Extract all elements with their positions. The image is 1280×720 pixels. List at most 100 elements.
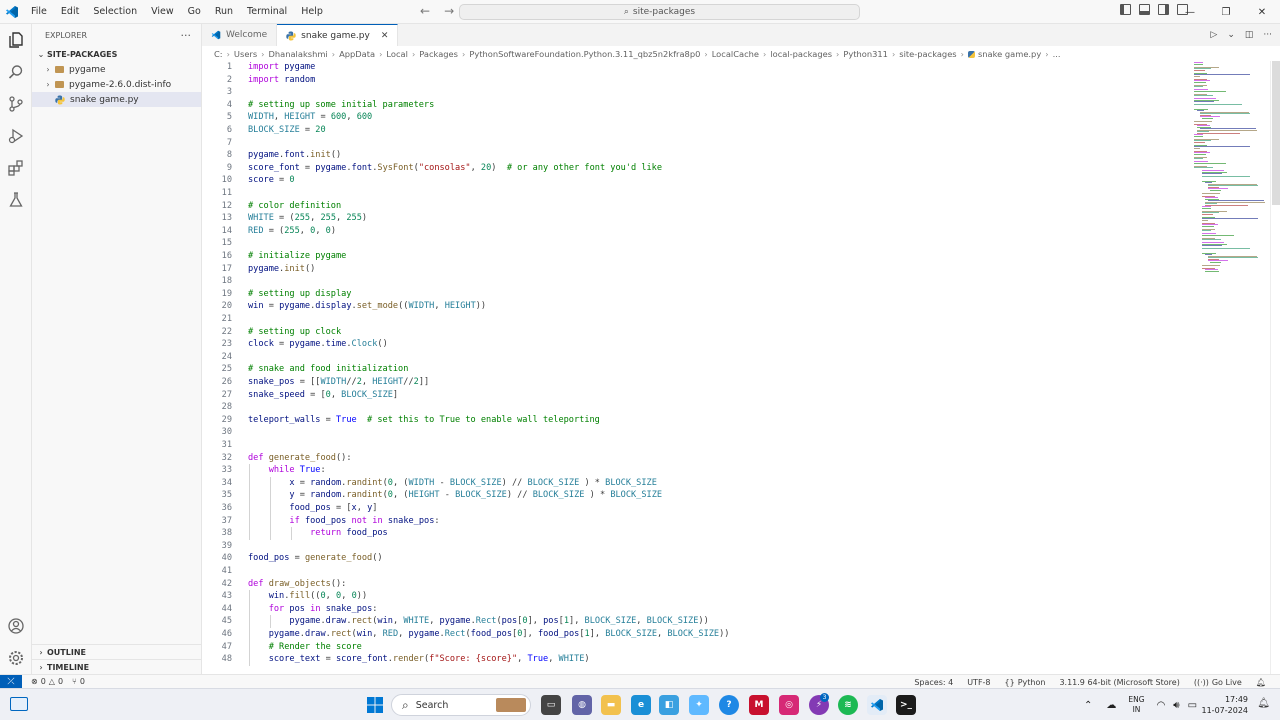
- menu-edit[interactable]: Edit: [54, 0, 86, 24]
- task-view-icon[interactable]: ▭: [541, 695, 561, 715]
- explorer-icon[interactable]: [6, 30, 26, 50]
- code-line[interactable]: 20 win = pygame.display.set_mode((WIDTH, …: [202, 300, 1188, 313]
- windows-start-icon[interactable]: [365, 695, 385, 715]
- menu-go[interactable]: Go: [181, 0, 208, 24]
- run-debug-icon[interactable]: [6, 126, 26, 146]
- menu-run[interactable]: Run: [208, 0, 240, 24]
- code-line[interactable]: 27 snake_speed = [0, BLOCK_SIZE]: [202, 389, 1188, 402]
- code-line[interactable]: 33 while True:: [202, 464, 1188, 477]
- menu-file[interactable]: File: [24, 0, 54, 24]
- toggle-secondary-sidebar-icon[interactable]: [1158, 4, 1169, 15]
- code-line[interactable]: 31: [202, 439, 1188, 452]
- code-line[interactable]: 2 import random: [202, 74, 1188, 87]
- problems-indicator[interactable]: ⊗ 0 △ 0: [31, 677, 63, 686]
- interpreter-selector[interactable]: 3.11.9 64-bit (Microsoft Store): [1059, 678, 1179, 687]
- code-line[interactable]: 11: [202, 187, 1188, 200]
- code-line[interactable]: 13 WHITE = (255, 255, 255): [202, 212, 1188, 225]
- breadcrumb-segment[interactable]: LocalCache: [712, 49, 759, 59]
- code-line[interactable]: 26 snake_pos = [[WIDTH//2, HEIGHT//2]]: [202, 376, 1188, 389]
- breadcrumb-segment[interactable]: snake game.py: [978, 49, 1041, 59]
- code-line[interactable]: 10 score = 0: [202, 174, 1188, 187]
- code-line[interactable]: 19 # setting up display: [202, 288, 1188, 301]
- instagram-icon[interactable]: ◎: [779, 695, 799, 715]
- code-line[interactable]: 3: [202, 86, 1188, 99]
- language-indicator[interactable]: ENG IN: [1128, 695, 1144, 715]
- close-tab-icon[interactable]: ✕: [381, 31, 389, 41]
- code-line[interactable]: 22 # setting up clock: [202, 326, 1188, 339]
- testing-flask-icon[interactable]: [6, 190, 26, 210]
- breadcrumb-segment[interactable]: PythonSoftwareFoundation.Python.3.11_qbz…: [469, 49, 700, 59]
- teams-chat-icon[interactable]: ◍: [572, 695, 592, 715]
- spotify-icon[interactable]: ≋: [838, 695, 858, 715]
- breadcrumb-segment[interactable]: C:: [214, 49, 223, 59]
- accounts-icon[interactable]: [6, 616, 26, 636]
- taskbar-search-box[interactable]: ⌕ Search: [391, 694, 531, 716]
- tab-welcome[interactable]: Welcome: [202, 24, 278, 46]
- code-line[interactable]: 30: [202, 426, 1188, 439]
- run-file-icon[interactable]: ▷: [1210, 30, 1217, 40]
- workspace-section[interactable]: ⌄ SITE-PACKAGES: [32, 46, 201, 62]
- volume-icon[interactable]: 🔊︎: [1173, 700, 1179, 711]
- terminal-icon[interactable]: >_: [896, 695, 916, 715]
- code-line[interactable]: 8 pygame.font.init(): [202, 149, 1188, 162]
- breadcrumb-segment[interactable]: Local: [386, 49, 408, 59]
- source-control-icon[interactable]: [6, 94, 26, 114]
- code-line[interactable]: 38 return food_pos: [202, 527, 1188, 540]
- code-line[interactable]: 43 win.fill((0, 0, 0)): [202, 590, 1188, 603]
- store-icon[interactable]: ◧: [659, 695, 679, 715]
- chevron-down-icon[interactable]: ⌄: [1227, 30, 1235, 40]
- mcafee-icon[interactable]: M: [749, 695, 769, 715]
- toggle-sidebar-icon[interactable]: [1120, 4, 1131, 15]
- code-line[interactable]: 14 RED = (255, 0, 0): [202, 225, 1188, 238]
- code-line[interactable]: 4 # setting up some initial parameters: [202, 99, 1188, 112]
- code-line[interactable]: 34 x = random.randint(0, (WIDTH - BLOCK_…: [202, 477, 1188, 490]
- breadcrumb-segment[interactable]: Packages: [419, 49, 458, 59]
- more-actions-icon[interactable]: ···: [181, 29, 192, 42]
- breadcrumb-segment[interactable]: local-packages: [770, 49, 832, 59]
- code-line[interactable]: 7: [202, 137, 1188, 150]
- code-line[interactable]: 42 def draw_objects():: [202, 578, 1188, 591]
- breadcrumb-segment[interactable]: Users: [234, 49, 257, 59]
- forward-arrow-icon[interactable]: →: [444, 4, 454, 18]
- help-icon[interactable]: ?: [719, 695, 739, 715]
- code-line[interactable]: 1 import pygame: [202, 61, 1188, 74]
- onedrive-cloud-icon[interactable]: ☁: [1106, 700, 1116, 711]
- code-line[interactable]: 9 score_font = pygame.font.SysFont("conso…: [202, 162, 1188, 175]
- code-line[interactable]: 21: [202, 313, 1188, 326]
- more-actions-icon[interactable]: ···: [1263, 30, 1272, 40]
- split-editor-icon[interactable]: ◫: [1245, 30, 1254, 40]
- maximize-button[interactable]: ❐: [1208, 0, 1244, 24]
- code-line[interactable]: 29 teleport_walls = True # set this to Tr…: [202, 414, 1188, 427]
- ports-indicator[interactable]: ⑂ 0: [72, 677, 85, 686]
- code-line[interactable]: 36 food_pos = [x, y]: [202, 502, 1188, 515]
- minimap[interactable]: [1190, 61, 1270, 674]
- code-line[interactable]: 44 for pos in snake_pos:: [202, 603, 1188, 616]
- menu-help[interactable]: Help: [294, 0, 330, 24]
- code-line[interactable]: 5 WIDTH, HEIGHT = 600, 600: [202, 111, 1188, 124]
- battery-icon[interactable]: ▭: [1188, 700, 1197, 711]
- go-live-button[interactable]: ((·)) Go Live: [1194, 678, 1242, 687]
- vscode-taskbar-icon[interactable]: [867, 695, 887, 715]
- settings-gear-icon[interactable]: [6, 648, 26, 668]
- code-line[interactable]: 24: [202, 351, 1188, 364]
- code-line[interactable]: 32 def generate_food():: [202, 452, 1188, 465]
- code-line[interactable]: 45 pygame.draw.rect(win, WHITE, pygame.R…: [202, 615, 1188, 628]
- language-mode[interactable]: {} Python: [1005, 678, 1046, 687]
- tree-item-pygame-dist-info[interactable]: › pygame-2.6.0.dist-info: [32, 77, 201, 92]
- code-line[interactable]: 15: [202, 237, 1188, 250]
- search-view-icon[interactable]: [6, 62, 26, 82]
- breadcrumb-segment[interactable]: ...: [1053, 49, 1061, 59]
- tree-item-snake-game[interactable]: snake game.py: [32, 92, 201, 107]
- code-line[interactable]: 35 y = random.randint(0, (HEIGHT - BLOCK…: [202, 489, 1188, 502]
- remote-indicator-icon[interactable]: ⤫: [0, 674, 22, 689]
- code-line[interactable]: 40 food_pos = generate_food(): [202, 552, 1188, 565]
- file-explorer-icon[interactable]: ▬: [601, 695, 621, 715]
- close-window-button[interactable]: ✕: [1244, 0, 1280, 24]
- tree-item-pygame[interactable]: › pygame: [32, 62, 201, 77]
- extensions-icon[interactable]: [6, 158, 26, 178]
- indentation-indicator[interactable]: Spaces: 4: [914, 678, 953, 687]
- toggle-panel-icon[interactable]: [1139, 4, 1150, 15]
- outline-section[interactable]: › OUTLINE: [32, 644, 202, 659]
- timeline-section[interactable]: › TIMELINE: [32, 659, 202, 674]
- chevron-up-icon[interactable]: ⌃: [1084, 700, 1092, 711]
